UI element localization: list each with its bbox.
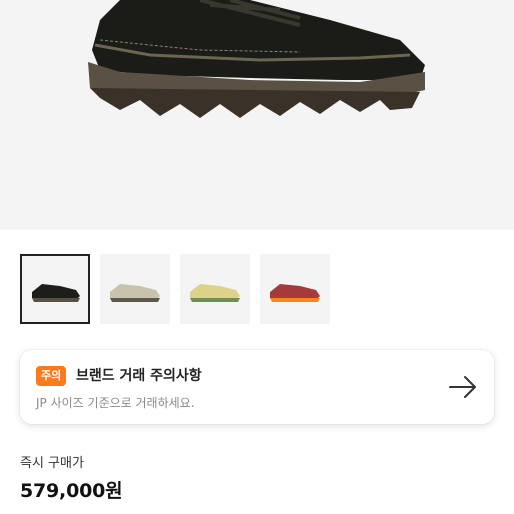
- notice-description: JP 사이즈 기준으로 거래하세요.: [36, 396, 195, 410]
- brand-trade-notice-card[interactable]: 주의 브랜드 거래 주의사항 JP 사이즈 기준으로 거래하세요.: [20, 350, 494, 424]
- notice-badge: 주의: [36, 366, 67, 386]
- shoe-orange-red-thumbnail-image: [270, 284, 320, 302]
- price-label: 즉시 구매가: [20, 456, 84, 471]
- thumbnail-list: [20, 254, 330, 324]
- thumbnail-shoe-orange-red[interactable]: [260, 254, 330, 324]
- shoe-black-thumbnail-image: [32, 284, 80, 302]
- shoe-yellow-green-thumbnail-image: [190, 284, 240, 302]
- shoe-beige-thumbnail-image: [110, 284, 160, 302]
- price-value: 579,000원: [20, 480, 123, 502]
- thumbnail-shoe-yellow-green[interactable]: [180, 254, 250, 324]
- thumbnail-shoe-beige[interactable]: [100, 254, 170, 324]
- shoe-main-image: [88, 0, 425, 118]
- arrow-right-icon[interactable]: [448, 375, 478, 399]
- thumbnail-shoe-black[interactable]: [20, 254, 90, 324]
- product-hero-image[interactable]: [0, 0, 514, 230]
- notice-title: 브랜드 거래 주의사항: [76, 368, 202, 384]
